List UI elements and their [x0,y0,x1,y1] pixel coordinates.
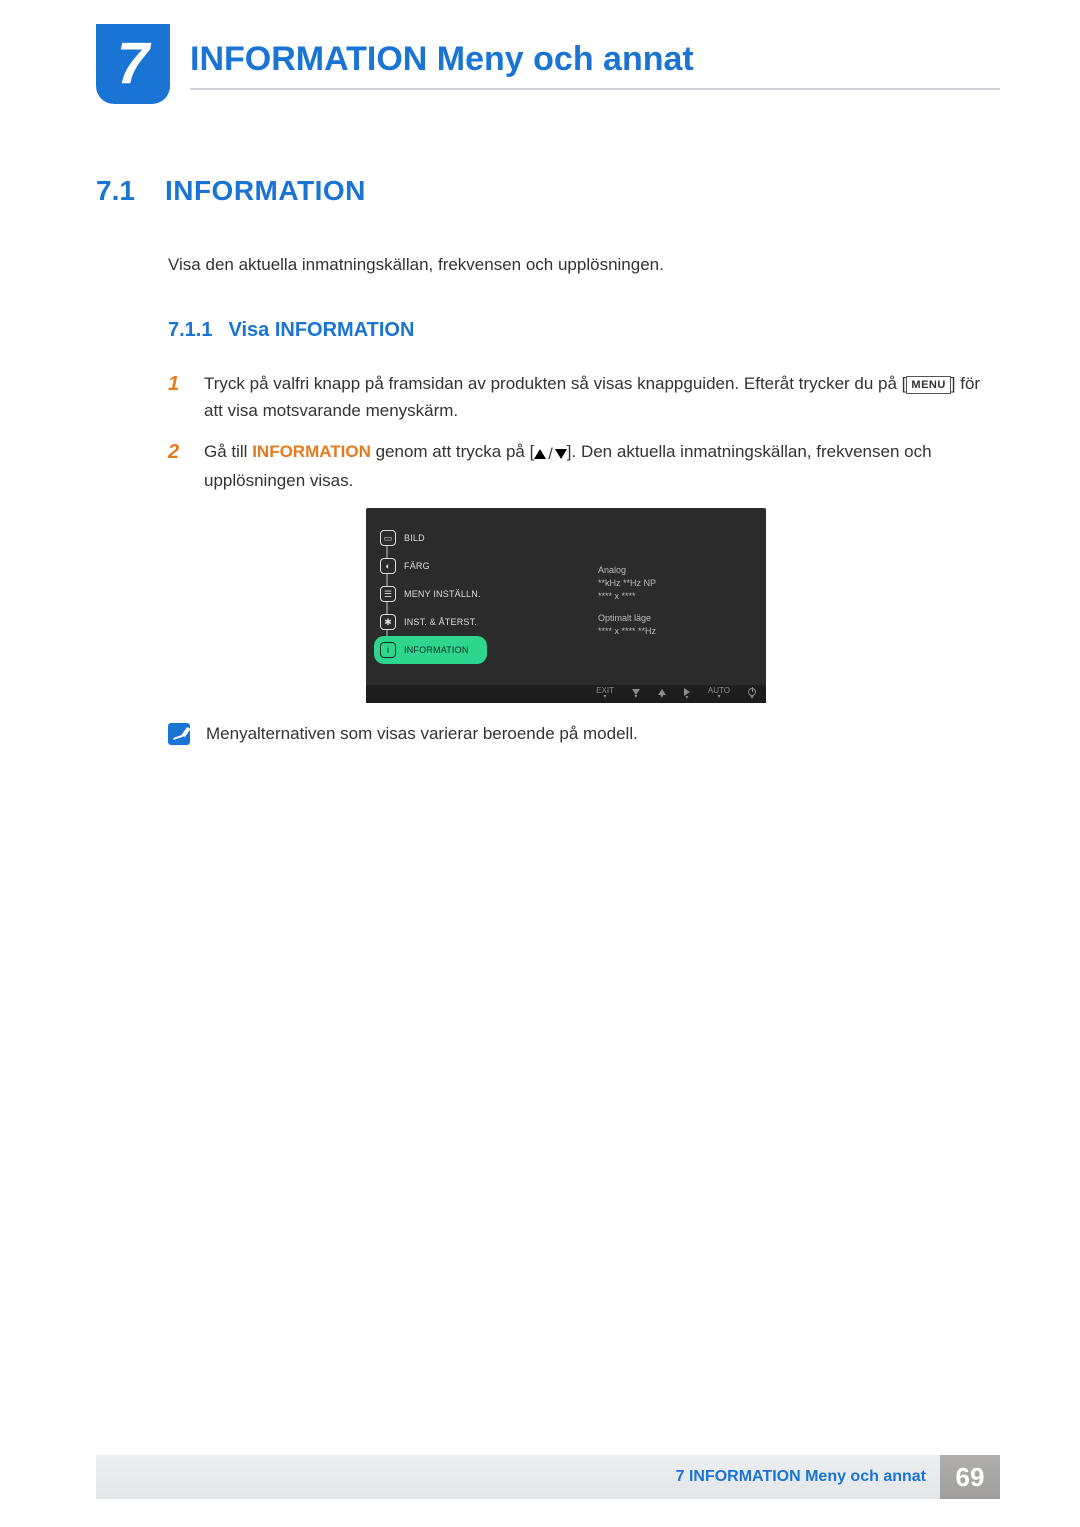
osd-screenshot: ▭ BILD ◐ FÄRG ☰ MENY INSTÄLLN. ✱ INST. &… [366,508,766,703]
osd-signal: Analog [598,564,656,577]
chapter-rule [190,88,1000,90]
step-1: 1 Tryck på valfri knapp på framsidan av … [168,370,1000,424]
arrow-up-icon [534,449,546,459]
chapter-number-tab: 7 [96,24,170,104]
caret-down-icon: ▾ [750,696,753,701]
footer-title: 7 INFORMATION Meny och annat [676,1468,926,1486]
page-content: 7.1 INFORMATION Visa den aktuella inmatn… [96,175,1000,745]
information-keyword: INFORMATION [252,442,371,461]
osd-auto-button: AUTO ▾ [708,688,730,700]
osd-item-bild: ▭ BILD [374,524,487,552]
osd-item-label: INFORMATION [404,645,469,655]
subsection-heading: 7.1.1 Visa INFORMATION [168,319,1000,342]
caret-down-icon: ▾ [685,696,688,701]
section-intro: Visa den aktuella inmatningskällan, frek… [168,255,1000,275]
osd-signal-block: Analog **kHz **Hz NP **** x **** [598,564,656,602]
picture-icon: ▭ [380,530,396,546]
caret-down-icon: ▾ [660,695,663,700]
menu-chip: MENU [906,376,950,394]
chapter-number: 7 [117,35,149,93]
color-icon: ◐ [380,558,396,574]
arrow-down-icon [555,449,567,459]
osd-item-inst: ✱ INST. & ÅTERST. [374,608,487,636]
osd-item-farg: ◐ FÄRG [374,552,487,580]
osd-item-label: INST. & ÅTERST. [404,617,477,627]
step-text: Tryck på valfri knapp på framsidan av pr… [204,370,1000,424]
step-number: 1 [168,370,186,424]
note: Menyalternativen som visas varierar bero… [168,723,1000,745]
note-text: Menyalternativen som visas varierar bero… [206,724,638,744]
osd-optimal-block: Optimalt läge **** x **** **Hz [598,612,656,637]
osd-up-button: ▾ [658,689,666,700]
section-title: INFORMATION [165,175,366,207]
step-text: Gå till INFORMATION genom att trycka på … [204,438,1000,494]
osd-optimal-label: Optimalt läge [598,612,656,625]
arrow-separator: / [548,442,552,468]
subsection-title: Visa INFORMATION [228,319,414,342]
osd-item-meny: ☰ MENY INSTÄLLN. [374,580,487,608]
step-1-pre: Tryck på valfri knapp på framsidan av pr… [204,374,906,393]
osd-item-label: MENY INSTÄLLN. [404,589,481,599]
info-icon: i [380,642,396,658]
step-2-mid: genom att trycka på [ [371,442,534,461]
osd-menu: ▭ BILD ◐ FÄRG ☰ MENY INSTÄLLN. ✱ INST. &… [374,524,487,664]
page-number: 69 [940,1455,1000,1499]
osd-exit-button: EXIT ▾ [596,688,614,700]
up-down-keys: / [534,442,566,468]
section-heading: 7.1 INFORMATION [96,175,1000,207]
page-footer: 7 INFORMATION Meny och annat 69 [96,1455,1000,1499]
step-number: 2 [168,438,186,494]
section-number: 7.1 [96,175,135,207]
step-2: 2 Gå till INFORMATION genom att trycka p… [168,438,1000,494]
osd-optimal-value: **** x **** **Hz [598,625,656,638]
footer-bar: 7 INFORMATION Meny och annat [96,1455,940,1499]
caret-down-icon: ▾ [717,695,720,700]
osd-info-panel: Analog **kHz **Hz NP **** x **** Optimal… [598,564,656,647]
subsection-number: 7.1.1 [168,319,212,342]
osd-item-information: i INFORMATION [374,636,487,664]
osd-button-bar: EXIT ▾ ▾ ▾ ▾ AUTO ▾ ▾ [366,685,766,703]
caret-down-icon: ▾ [604,695,607,700]
osd-power-button: ▾ [748,688,756,701]
osd-frequency: **kHz **Hz NP [598,577,656,590]
note-icon [168,723,190,745]
chapter-title: INFORMATION Meny och annat [190,40,694,79]
osd-item-label: FÄRG [404,561,430,571]
osd-down-button: ▾ [632,689,640,700]
step-2-pre: Gå till [204,442,252,461]
osd-resolution: **** x **** [598,590,656,603]
caret-down-icon: ▾ [634,695,637,700]
osd-enter-button: ▾ [684,688,690,701]
menu-settings-icon: ☰ [380,586,396,602]
gear-icon: ✱ [380,614,396,630]
osd-item-label: BILD [404,533,425,543]
power-icon [748,688,756,696]
